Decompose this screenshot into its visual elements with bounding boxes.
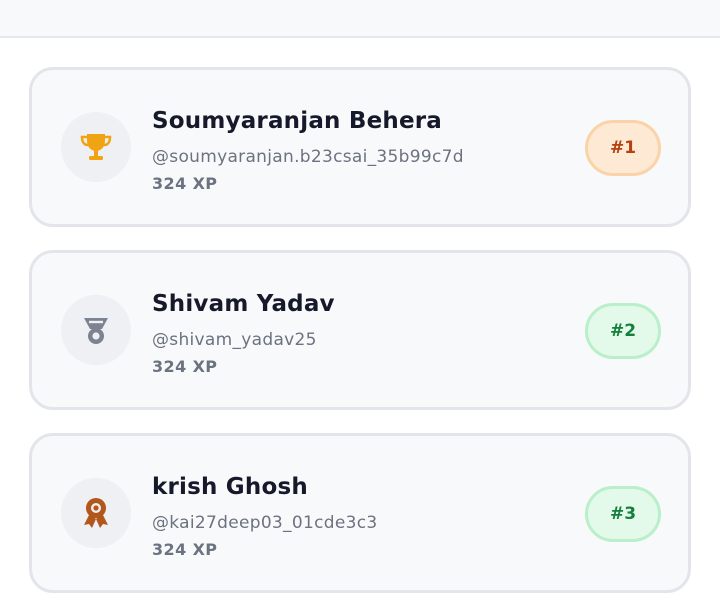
player-xp: 324 XP xyxy=(152,174,218,193)
award-ribbon-icon xyxy=(61,478,131,548)
player-name: krish Ghosh xyxy=(152,474,308,500)
player-handle: @kai27deep03_01cde3c3 xyxy=(152,513,378,533)
top-bar xyxy=(0,0,720,38)
leaderboard-card[interactable]: Soumyaranjan Behera @soumyaranjan.b23csa… xyxy=(29,67,691,227)
rank-badge: #3 xyxy=(585,486,661,542)
player-handle: @soumyaranjan.b23csai_35b99c7d xyxy=(152,147,464,167)
trophy-icon xyxy=(61,112,131,182)
rank-badge: #1 xyxy=(585,120,661,176)
player-name: Soumyaranjan Behera xyxy=(152,108,443,134)
medal-icon xyxy=(61,295,131,365)
player-handle: @shivam_yadav25 xyxy=(152,330,317,350)
player-xp: 324 XP xyxy=(152,357,218,376)
player-xp: 324 XP xyxy=(152,540,218,559)
rank-badge: #2 xyxy=(585,303,661,359)
leaderboard-card[interactable]: Shivam Yadav @shivam_yadav25 324 XP #2 xyxy=(29,250,691,410)
player-name: Shivam Yadav xyxy=(152,291,335,317)
leaderboard-card[interactable]: krish Ghosh @kai27deep03_01cde3c3 324 XP… xyxy=(29,433,691,593)
